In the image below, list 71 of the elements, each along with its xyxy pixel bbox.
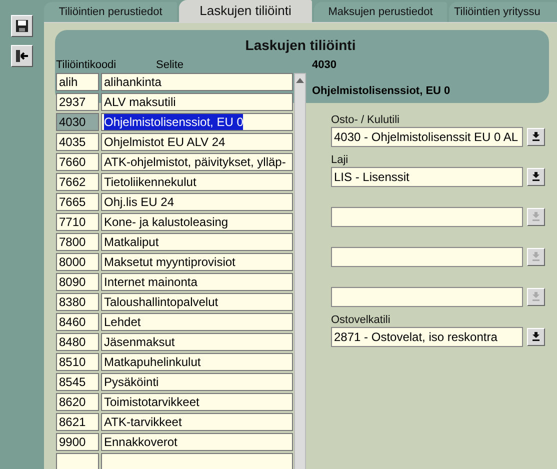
description-cell[interactable]: Pysäköinti xyxy=(101,373,294,391)
description-cell[interactable]: Taloushallintopalvelut xyxy=(101,293,294,311)
code-cell[interactable]: 8620 xyxy=(56,393,99,411)
description-cell[interactable]: Matkapuhelinkulut xyxy=(101,353,294,371)
column-header: Selite xyxy=(156,58,184,74)
code-cell[interactable]: 9900 xyxy=(56,433,99,451)
tab[interactable]: Laskujen tiliöinti xyxy=(179,0,312,22)
code-cell[interactable]: 8510 xyxy=(56,353,99,371)
code-cell[interactable]: 7800 xyxy=(56,233,99,251)
code-cell[interactable]: alih xyxy=(56,73,99,91)
code-cell[interactable]: 7665 xyxy=(56,193,99,211)
dropdown-button[interactable] xyxy=(527,328,545,346)
code-cell[interactable]: 8090 xyxy=(56,273,99,291)
description-cell[interactable]: Ohj.lis EU 24 xyxy=(101,193,294,211)
download-arrow-icon xyxy=(532,132,540,141)
description-cell[interactable]: Ennakkoverot xyxy=(101,433,294,451)
description-cell[interactable]: Lehdet xyxy=(101,313,294,331)
description-cell[interactable]: Maksetut myyntiprovisiot xyxy=(101,253,294,271)
description-cell[interactable]: ALV maksutili xyxy=(101,93,294,111)
dropdown-button[interactable] xyxy=(527,168,545,186)
field-label: Osto- / Kulutili xyxy=(331,112,400,126)
description-cell[interactable]: Matkaliput xyxy=(101,233,294,251)
code-cell[interactable]: 8460 xyxy=(56,313,99,331)
tab[interactable]: Maksujen perustiedot xyxy=(314,2,447,22)
exit-icon[interactable] xyxy=(11,45,33,67)
code-cell[interactable]: 7710 xyxy=(56,213,99,231)
download-arrow-icon xyxy=(532,212,540,221)
select-field[interactable]: LIS - Lisenssit xyxy=(331,166,523,186)
code-cell[interactable]: 8380 xyxy=(56,293,99,311)
select-field[interactable] xyxy=(331,286,523,306)
description-cell[interactable]: ATK-tarvikkeet xyxy=(101,413,294,431)
description-cell[interactable]: Internet mainonta xyxy=(101,273,294,291)
field-label: Ostovelkatili xyxy=(331,312,392,326)
scrollbar[interactable] xyxy=(294,73,306,469)
description-cell[interactable]: ATK-ohjelmistot, päivitykset, ylläp- xyxy=(101,153,294,171)
description-cell[interactable]: Jäsenmaksut xyxy=(101,333,294,351)
description-cell[interactable]: Toimistotarvikkeet xyxy=(101,393,294,411)
select-field[interactable] xyxy=(331,246,523,266)
description-cell[interactable]: Tietoliikennekulut xyxy=(101,173,294,191)
detail-code: 4030 xyxy=(312,59,338,72)
select-field[interactable]: 2871 - Ostovelat, iso reskontra xyxy=(331,326,523,346)
description-cell[interactable]: Ohjelmistolisenssiot, EU 0 xyxy=(101,113,294,131)
description-cell[interactable]: Kone- ja kalustoleasing xyxy=(101,213,294,231)
select-field[interactable]: 4030 - Ohjelmistolisenssit EU 0 AL xyxy=(331,126,523,146)
description-cell[interactable] xyxy=(101,453,294,469)
code-cell[interactable]: 7660 xyxy=(56,153,99,171)
scroll-up-icon[interactable] xyxy=(296,77,304,83)
code-cell[interactable]: 8480 xyxy=(56,333,99,351)
code-cell[interactable]: 7662 xyxy=(56,173,99,191)
panel-title: Laskujen tiliöinti xyxy=(245,36,356,55)
column-header: Tiliöintikoodi xyxy=(56,58,118,74)
code-cell[interactable]: 4035 xyxy=(56,133,99,151)
download-arrow-icon xyxy=(532,292,540,301)
code-cell[interactable]: 4030 xyxy=(56,113,99,131)
detail-name: Ohjelmistolisenssiot, EU 0 xyxy=(312,84,452,99)
save-icon[interactable] xyxy=(11,15,33,37)
code-cell[interactable]: 8000 xyxy=(56,253,99,271)
code-cell[interactable]: 2937 xyxy=(56,93,99,111)
code-cell[interactable] xyxy=(56,453,99,469)
dropdown-button[interactable] xyxy=(527,128,545,146)
download-arrow-icon xyxy=(532,172,540,181)
code-cell[interactable]: 8545 xyxy=(56,373,99,391)
tab[interactable]: Tiliöintien yrityssu xyxy=(449,2,557,22)
description-cell[interactable]: Ohjelmistot EU ALV 24 xyxy=(101,133,294,151)
description-cell[interactable]: alihankinta xyxy=(101,73,294,91)
code-cell[interactable]: 8621 xyxy=(56,413,99,431)
field-label: Laji xyxy=(331,152,350,166)
select-field[interactable] xyxy=(331,206,523,226)
download-arrow-icon xyxy=(532,252,540,261)
download-arrow-icon xyxy=(532,332,540,341)
tab[interactable]: Tiliöintien perustiedot xyxy=(44,2,177,22)
